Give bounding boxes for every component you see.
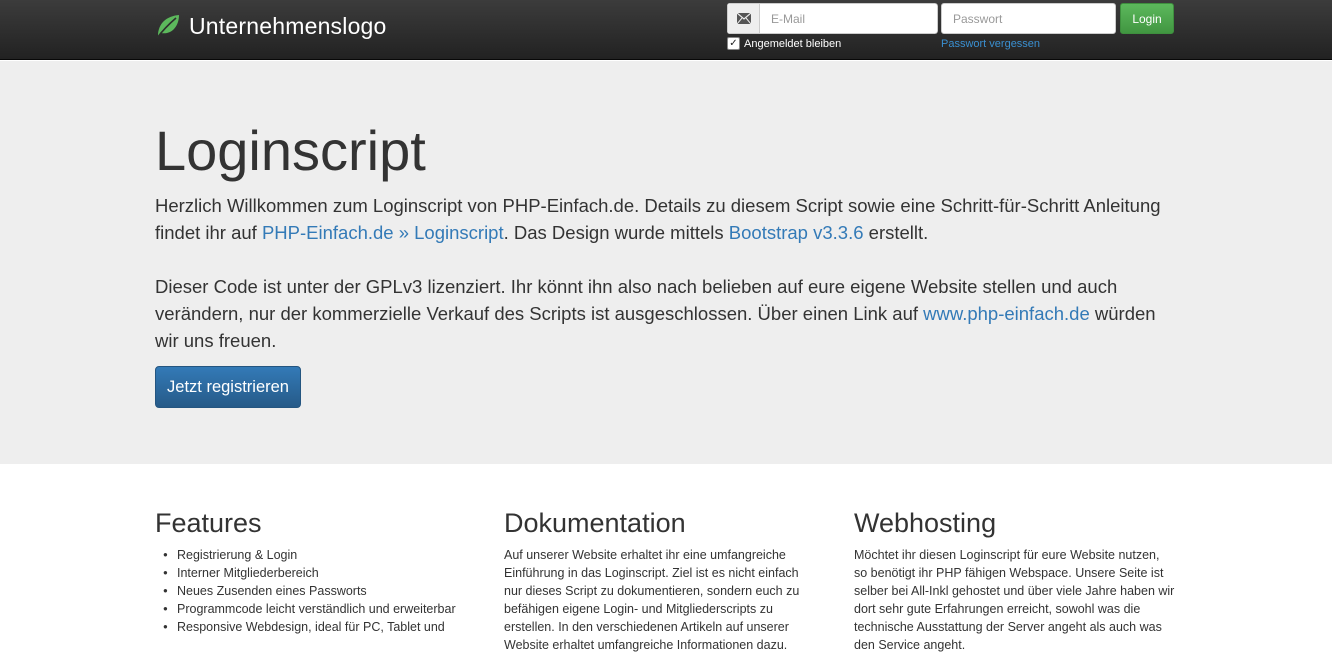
- email-input[interactable]: [759, 3, 938, 34]
- dokumentation-column: Dokumentation Auf unserer Website erhalt…: [504, 508, 819, 654]
- envelope-icon: [727, 3, 759, 34]
- remember-me[interactable]: ✓ Angemeldet bleiben: [727, 37, 841, 50]
- webhosting-heading: Webhosting: [854, 508, 997, 538]
- features-list: Registrierung & Login Interner Mitgliede…: [155, 546, 473, 636]
- features-column: Features Registrierung & Login Interner …: [155, 508, 473, 636]
- license-paragraph: Dieser Code ist unter der GPLv3 lizenzie…: [155, 273, 1180, 354]
- dokumentation-text: Auf unserer Website erhaltet ihr eine um…: [504, 548, 800, 652]
- list-item: Registrierung & Login: [163, 546, 473, 564]
- password-input[interactable]: [941, 3, 1116, 34]
- webhosting-text: Möchtet ihr diesen Loginscript für eure …: [854, 548, 1175, 652]
- login-button[interactable]: Login: [1120, 3, 1174, 34]
- intro-text-2: . Das Design wurde mittels: [503, 222, 729, 243]
- remember-checkbox[interactable]: ✓: [727, 37, 740, 50]
- bootstrap-link[interactable]: Bootstrap v3.3.6: [729, 222, 864, 243]
- list-item: Programmcode leicht verständlich und erw…: [163, 600, 473, 618]
- intro-paragraph: Herzlich Willkommen zum Loginscript von …: [155, 192, 1180, 246]
- forgot-password-link[interactable]: Passwort vergessen: [941, 38, 1040, 50]
- navbar: Unternehmenslogo Login ✓ Angemeldet blei…: [0, 0, 1332, 60]
- list-item: Interner Mitgliederbereich: [163, 564, 473, 582]
- features-heading: Features: [155, 508, 262, 538]
- intro-text-3: erstellt.: [863, 222, 929, 243]
- php-einfach-loginscript-link[interactable]: PHP-Einfach.de » Loginscript: [262, 222, 504, 243]
- brand-text: Unternehmenslogo: [189, 12, 387, 39]
- email-input-group: [727, 3, 938, 34]
- leaf-icon: [155, 13, 181, 39]
- remember-label: Angemeldet bleiben: [744, 37, 842, 50]
- brand-link[interactable]: Unternehmenslogo: [155, 8, 387, 44]
- page-title: Loginscript: [155, 119, 426, 182]
- webhosting-column: Webhosting Möchtet ihr diesen Loginscrip…: [854, 508, 1176, 654]
- list-item: Neues Zusenden eines Passworts: [163, 582, 473, 600]
- register-button[interactable]: Jetzt registrieren: [155, 366, 301, 408]
- php-einfach-link[interactable]: www.php-einfach.de: [923, 303, 1090, 324]
- list-item: Responsive Webdesign, ideal für PC, Tabl…: [163, 618, 473, 636]
- dokumentation-heading: Dokumentation: [504, 508, 686, 538]
